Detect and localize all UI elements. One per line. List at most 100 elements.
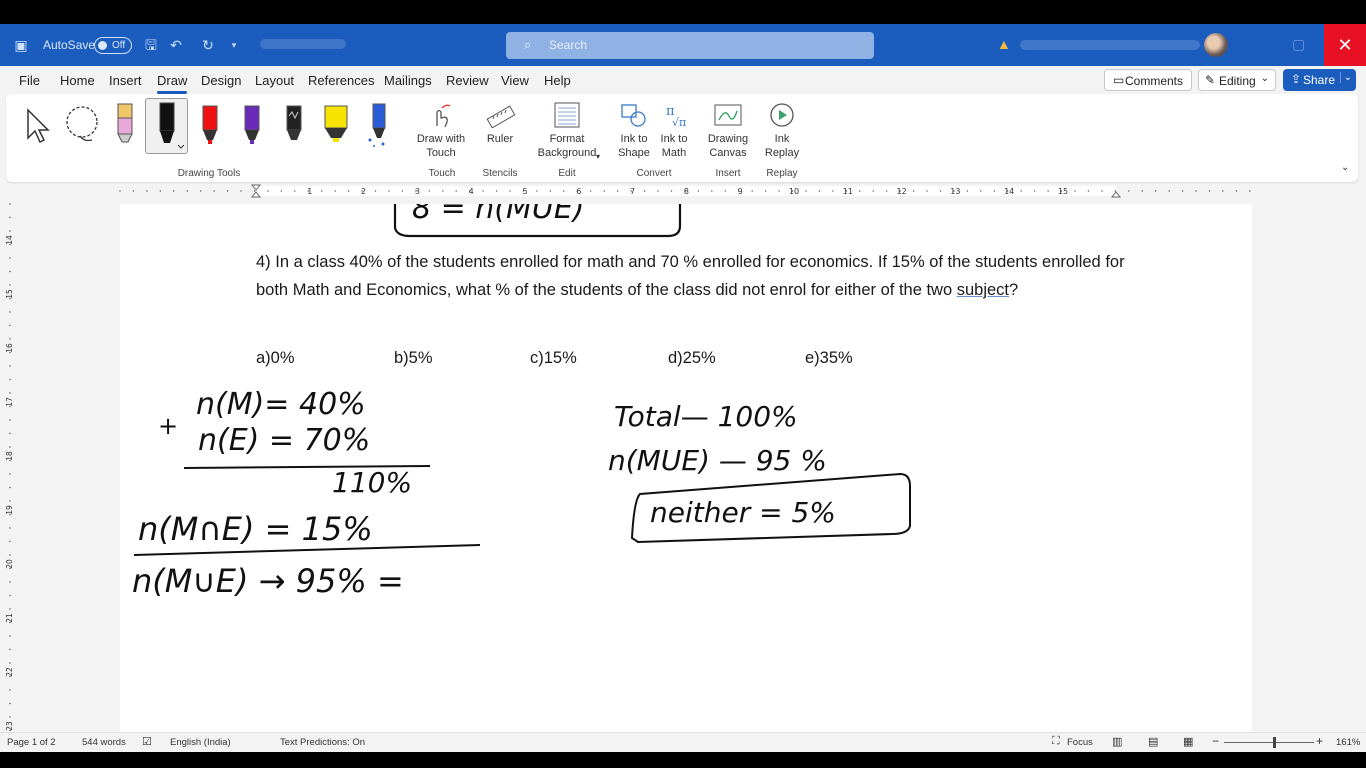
tab-mailings[interactable]: Mailings [384,73,432,88]
search-box[interactable]: ⌕ Search [506,32,874,59]
close-button[interactable]: ✕ [1324,24,1366,66]
svg-text:√π: √π [672,116,686,128]
avatar[interactable] [1204,33,1228,57]
ruler-button[interactable]: Ruler [480,102,520,146]
read-mode-icon[interactable]: ▥ [1112,735,1122,748]
tab-view[interactable]: View [501,73,529,88]
ruler-tick [186,190,188,192]
red-pen-icon[interactable] [190,100,230,150]
ruler-tick [590,190,592,192]
drawing-canvas-icon [714,104,742,126]
ruler-tick [294,190,296,192]
tab-design[interactable]: Design [201,73,241,88]
group-replay: Replay [766,168,798,179]
group-edit: Edit [558,168,576,179]
vertical-ruler-tick [9,432,11,435]
vertical-ruler-tick [9,648,11,651]
zoom-slider[interactable] [1224,742,1314,743]
ink-to-shape-button[interactable]: Ink to Shape [616,102,652,160]
ink-n-intersection: n(M∩E) = 15% [138,510,373,548]
ruler-tick [200,190,202,192]
right-indent-marker[interactable] [1110,191,1122,198]
lasso-select-icon[interactable] [62,100,102,150]
format-background-button[interactable]: Format Background ▾ [534,102,600,161]
proofing-icon[interactable]: ☑ [142,735,152,748]
zoom-out-icon[interactable]: − [1212,734,1219,748]
tab-layout[interactable]: Layout [255,73,294,88]
vertical-ruler-number: 23 [5,721,14,731]
ruler-tick [267,190,269,192]
draw-with-touch-button[interactable]: Draw with Touch [412,102,470,160]
galaxy-pen-icon[interactable] [274,100,314,150]
ink-to-math-button[interactable]: π √π Ink to Math [656,102,692,160]
vertical-ruler-number: 16 [5,343,14,353]
pencil-tool-icon[interactable] [106,100,146,150]
autosave-label: AutoSave [43,38,96,52]
autosave-toggle[interactable]: Off [94,37,132,54]
ruler-tick [226,190,229,192]
ruler-tick [603,190,605,192]
ink-to-math-label: Ink to Math [660,133,688,159]
tab-home[interactable]: Home [60,73,95,88]
web-layout-icon[interactable]: ▦ [1183,735,1193,748]
ruler-number: 10 [789,187,799,196]
warning-icon[interactable]: ▲ [997,36,1011,52]
ink-n-e: n(E) = 70% [198,423,370,458]
tab-references[interactable]: References [308,73,374,88]
restore-icon[interactable]: ▢ [1292,36,1305,53]
select-objects-icon[interactable] [20,100,60,150]
indent-marker[interactable] [250,184,262,198]
save-icon[interactable]: 🖫 [143,37,159,53]
horizontal-ruler[interactable]: 1 2 3 4 5 6 7 8 9 10 11 12 13 14 15 [0,184,1366,198]
ruler-tick [1155,190,1157,192]
ink-replay-button[interactable]: Ink Replay [762,102,802,160]
chevron-down-icon: ⌄ [1260,73,1269,84]
page-count[interactable]: Page 1 of 2 [7,737,56,748]
vertical-ruler-tick [9,203,11,205]
collapse-ribbon-icon[interactable]: ⌄ [1341,162,1349,173]
focus-label[interactable]: Focus [1067,737,1093,748]
tab-draw[interactable]: Draw [157,73,188,94]
tab-insert[interactable]: Insert [109,73,142,88]
document-area: 14 15 16 17 18 19 20 21 22 23 4) In a class 40% o… [5,200,1366,744]
vertical-ruler-tick [9,392,11,394]
print-layout-icon[interactable]: ▤ [1148,735,1158,748]
customize-qat-icon[interactable]: ▾ [226,37,242,53]
search-placeholder: Search [549,38,588,52]
ruler-tick [173,190,175,192]
ink-top-fragment: 8 = n(MUE) [412,204,585,226]
tab-review[interactable]: Review [446,73,489,88]
purple-pen-icon[interactable] [232,100,272,150]
vertical-ruler-tick [9,554,11,556]
word-count[interactable]: 544 words [82,737,126,748]
ink-to-shape-label: Ink to Shape [618,133,650,159]
ruler-icon [486,105,516,128]
share-button[interactable]: ⇪ Share ⌄ [1283,69,1356,91]
tab-help[interactable]: Help [544,73,571,88]
zoom-level[interactable]: 161% [1336,737,1360,748]
editing-mode-button[interactable]: ✎ Editing ⌄ [1198,69,1276,91]
chevron-down-icon[interactable]: ⌄ [1339,72,1352,83]
undo-icon[interactable]: ↶ [168,37,184,53]
tab-file[interactable]: File [19,73,40,88]
drawing-canvas-button[interactable]: Drawing Canvas [705,102,751,160]
language[interactable]: English (India) [170,737,231,748]
group-stencils: Stencils [482,168,518,179]
blue-sparkle-pen-icon[interactable] [358,100,398,150]
vertical-ruler-number: 19 [5,505,14,515]
ink-top-box: 8 = n(MUE) [393,204,682,238]
ruler-tick [1033,190,1036,192]
comments-button[interactable]: ▭ Comments [1104,69,1192,91]
focus-icon[interactable]: ⛶ [1052,735,1060,748]
redo-icon[interactable]: ↻ [200,37,216,53]
zoom-slider-knob[interactable] [1273,737,1276,748]
text-predictions[interactable]: Text Predictions: On [280,737,365,748]
document-page[interactable]: 4) In a class 40% of the students enroll… [120,204,1252,744]
ruler-label: Ruler [486,133,514,145]
black-pen-selected[interactable] [145,98,188,154]
yellow-highlighter-icon[interactable] [316,100,356,150]
zoom-in-icon[interactable]: + [1316,734,1323,748]
vertical-ruler-number: 14 [5,235,14,245]
chevron-down-icon: ▾ [595,152,600,161]
comment-icon: ▭ [1113,73,1125,87]
